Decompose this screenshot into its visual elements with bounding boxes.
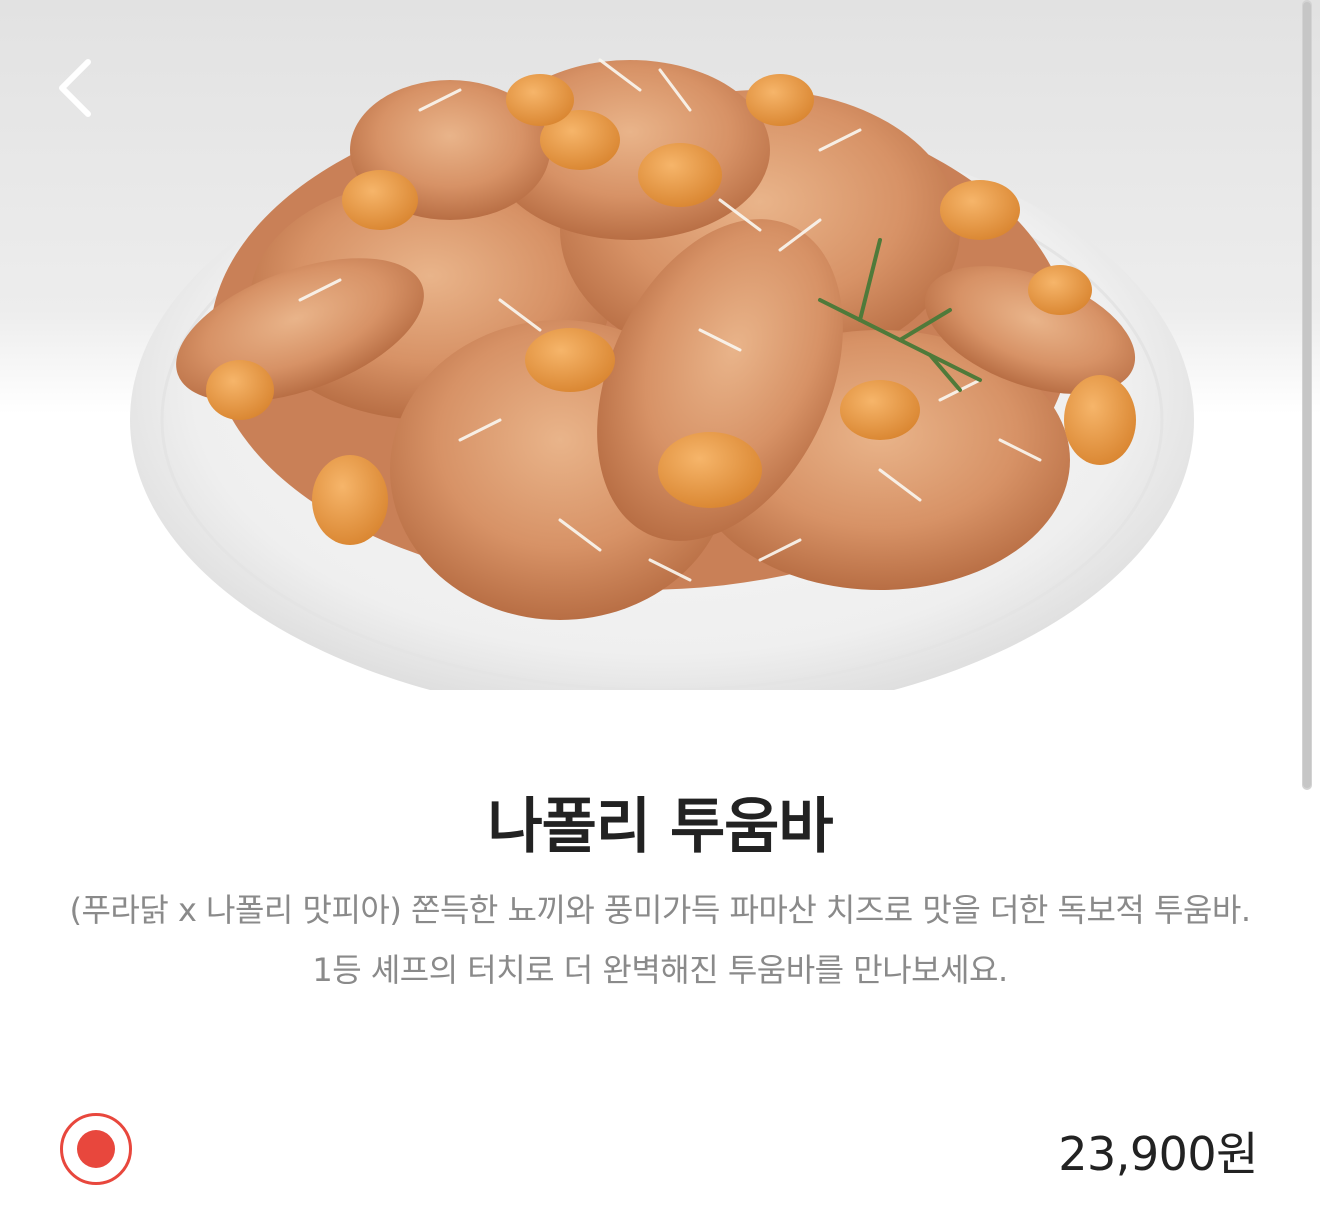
product-image xyxy=(0,0,1320,690)
product-description: (푸라닭 x 나폴리 맛피아) 쫀득한 뇨끼와 풍미가득 파마산 치즈로 맛을 … xyxy=(69,891,1251,989)
product-price: 23,900원 xyxy=(1058,1127,1258,1181)
scrollbar[interactable] xyxy=(1302,0,1312,790)
radio-selected-icon xyxy=(77,1130,115,1168)
chevron-left-icon xyxy=(59,59,91,117)
option-radio-button[interactable] xyxy=(60,1113,132,1185)
product-title: 나폴리 투움바 xyxy=(487,792,833,862)
scrollbar-thumb[interactable] xyxy=(1303,2,1311,788)
back-button[interactable] xyxy=(44,50,114,130)
